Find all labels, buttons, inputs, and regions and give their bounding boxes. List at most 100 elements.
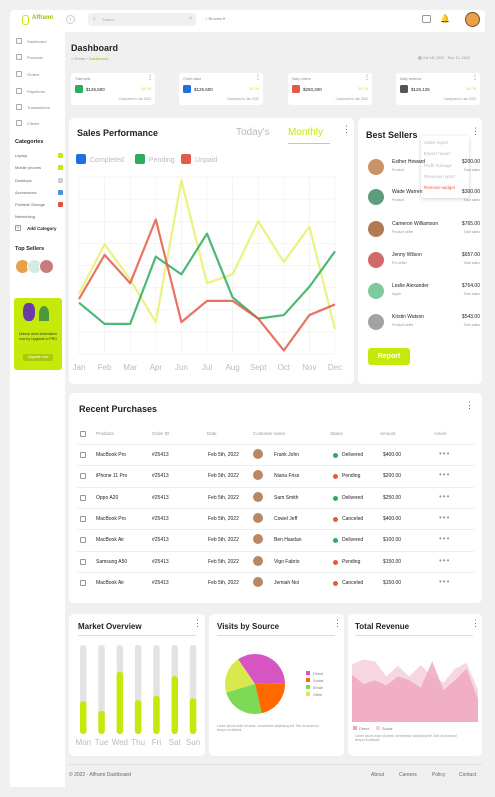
top-sellers-title: Top Sellers: [15, 246, 45, 252]
category-item[interactable]: Portable Storage: [15, 201, 63, 208]
search-placeholder: Search: [102, 17, 115, 22]
promo-card: Unlock more information now by Upgrade t…: [14, 298, 62, 370]
best-seller-item[interactable]: Jenny Wilson Pro seller $657.00 Total sales: [368, 248, 480, 274]
row-actions-icon[interactable]: •••: [439, 534, 450, 543]
stat-card: Daily orders ⋮ $250,200 34.7% Compared to Ja…: [288, 73, 372, 105]
more-menu-icon[interactable]: ⋮: [255, 75, 261, 81]
more-menu-icon[interactable]: ⋮: [364, 75, 370, 81]
x-tick-label: Sept: [250, 363, 267, 372]
column-header[interactable]: Amount: [380, 431, 396, 436]
more-menu-icon[interactable]: ⋮: [147, 75, 153, 81]
top-seller-avatar[interactable]: [39, 259, 54, 274]
more-menu-icon[interactable]: ⋮: [465, 401, 474, 410]
legend-label[interactable]: Completed: [90, 157, 124, 164]
brand-name[interactable]: Afframi: [32, 15, 53, 21]
sidebar-item-clients[interactable]: Clients: [16, 119, 66, 127]
upgrade-button[interactable]: Upgrade now: [23, 354, 53, 361]
close-icon[interactable]: ×: [189, 16, 192, 22]
bar[interactable]: [153, 695, 160, 734]
more-menu-icon[interactable]: ⋮: [471, 127, 480, 136]
row-actions-icon[interactable]: •••: [439, 577, 450, 586]
breadcrumb-home[interactable]: Home: [75, 56, 86, 61]
collapse-button[interactable]: ‹: [66, 15, 75, 24]
column-header[interactable]: Status: [330, 431, 343, 436]
visits-pie-chart: Direct Social Email Other: [225, 654, 324, 714]
x-tick-label: Jan: [73, 363, 86, 372]
messages-icon[interactable]: [422, 15, 431, 23]
row-actions-icon[interactable]: •••: [439, 492, 450, 501]
sidebar-item-payments[interactable]: Payments: [16, 87, 66, 95]
table-row[interactable]: Oppo A20 #25413 Feb 5th, 2022 Sam Smith Deli…: [77, 486, 474, 508]
sidebar-item-dashboard[interactable]: Dashboard: [16, 37, 66, 45]
bar[interactable]: [134, 700, 142, 734]
add-category-label: Add Category: [27, 225, 57, 231]
table-row[interactable]: MacBook Air #25413 Feb 5th, 2022 Ben Hasdan…: [77, 529, 474, 550]
column-header[interactable]: Order ID: [152, 431, 169, 436]
best-seller-item[interactable]: Esther Howard Product $200.00 Total sales: [368, 155, 480, 181]
x-tick-label: Thu: [131, 738, 145, 747]
category-item[interactable]: Laptop: [15, 152, 63, 159]
seller-price: $657.00: [461, 252, 480, 258]
select-all-checkbox[interactable]: [80, 431, 86, 437]
footer-link-careers[interactable]: Careers: [399, 772, 417, 778]
table-row[interactable]: MacBook Air #25413 Feb 5th, 2022 Jemiah Noi…: [77, 571, 474, 593]
table-row[interactable]: iPhone 11 Pro #25413 Feb 5th, 2022 Niana Fr…: [77, 465, 474, 486]
row-checkbox[interactable]: [80, 537, 86, 544]
bar[interactable]: [189, 698, 197, 734]
row-checkbox[interactable]: [80, 473, 86, 480]
bell-icon[interactable]: 🔔: [440, 14, 450, 23]
legend-label: Direct: [359, 727, 370, 731]
row-checkbox[interactable]: [80, 515, 86, 522]
category-item[interactable]: Desktops: [15, 177, 63, 184]
row-actions-icon[interactable]: •••: [439, 513, 450, 522]
table-row[interactable]: Samsung A50 #25413 Feb 5th, 2022 Vigo Fabri…: [77, 550, 474, 572]
category-item[interactable]: Accessories: [15, 189, 63, 196]
x-tick-label: Sun: [186, 738, 200, 747]
bar[interactable]: [98, 710, 105, 734]
bar[interactable]: [116, 671, 124, 734]
amount-cell: $150.00: [383, 558, 402, 565]
browse-dropdown[interactable]: ⌂ Browse ▾: [205, 16, 225, 21]
sidebar-item-transactions[interactable]: Transactions: [16, 103, 66, 111]
report-button[interactable]: Report: [368, 348, 410, 365]
legend-label[interactable]: Unpaid: [195, 157, 217, 164]
category-item[interactable]: Mobile phones: [15, 164, 63, 171]
user-avatar[interactable]: [465, 12, 480, 27]
bar[interactable]: [171, 676, 179, 734]
footer-link-about[interactable]: About: [371, 772, 384, 778]
best-seller-item[interactable]: Kristin Watson Product seller $543.00 Total…: [368, 310, 480, 336]
footer-link-contact[interactable]: Contact: [459, 772, 476, 778]
column-header[interactable]: Action: [434, 431, 447, 436]
add-category-button[interactable]: + Add Category: [15, 225, 57, 231]
sidebar-item-products[interactable]: Products: [16, 53, 66, 61]
row-checkbox[interactable]: [80, 558, 86, 565]
seller-name: Kristin Watson: [392, 314, 425, 320]
best-seller-item[interactable]: Wade Warren Product $300.00 Total sales: [368, 185, 480, 211]
sidebar-item-orders[interactable]: Orders: [16, 70, 66, 78]
row-checkbox[interactable]: [80, 452, 86, 458]
row-checkbox[interactable]: [80, 494, 86, 501]
legend-label[interactable]: Pending: [149, 157, 175, 164]
best-seller-item[interactable]: Cameron Williamson Product seller $765.00 T…: [368, 217, 480, 243]
row-actions-icon[interactable]: •••: [439, 470, 450, 479]
dollar-icon: [75, 85, 83, 93]
column-header[interactable]: Customer name: [253, 431, 285, 436]
row-checkbox[interactable]: [80, 579, 86, 586]
search-input[interactable]: ⌕ Search ×: [88, 13, 196, 26]
order-id-cell: #25413: [152, 494, 169, 501]
bar[interactable]: [80, 701, 87, 734]
row-actions-icon[interactable]: •••: [439, 449, 450, 458]
seller-name: Cameron Williamson: [392, 221, 439, 227]
table-row[interactable]: MacBook Pro #25413 Feb 5th, 2022 Cowel Jeff…: [77, 507, 474, 529]
footer-link-policy[interactable]: Policy: [432, 772, 445, 778]
row-actions-icon[interactable]: •••: [439, 556, 450, 565]
column-header[interactable]: Date: [207, 431, 217, 436]
widget-menu-item[interactable]: Sales report: [424, 140, 448, 145]
more-menu-icon[interactable]: ⋮: [472, 75, 478, 81]
best-seller-item[interactable]: Leslie Alexander Apple $764.00 Total sales: [368, 279, 480, 305]
table-row[interactable]: MacBook Pro #25413 Feb 5th, 2022 Frank John…: [77, 444, 474, 465]
date-range-picker[interactable]: ▦ Oct 18, 2022 - Nov 11, 2022: [418, 55, 470, 60]
category-item[interactable]: Networking: [15, 213, 63, 220]
column-header[interactable]: Products: [96, 431, 114, 436]
status-dot: [333, 580, 338, 586]
